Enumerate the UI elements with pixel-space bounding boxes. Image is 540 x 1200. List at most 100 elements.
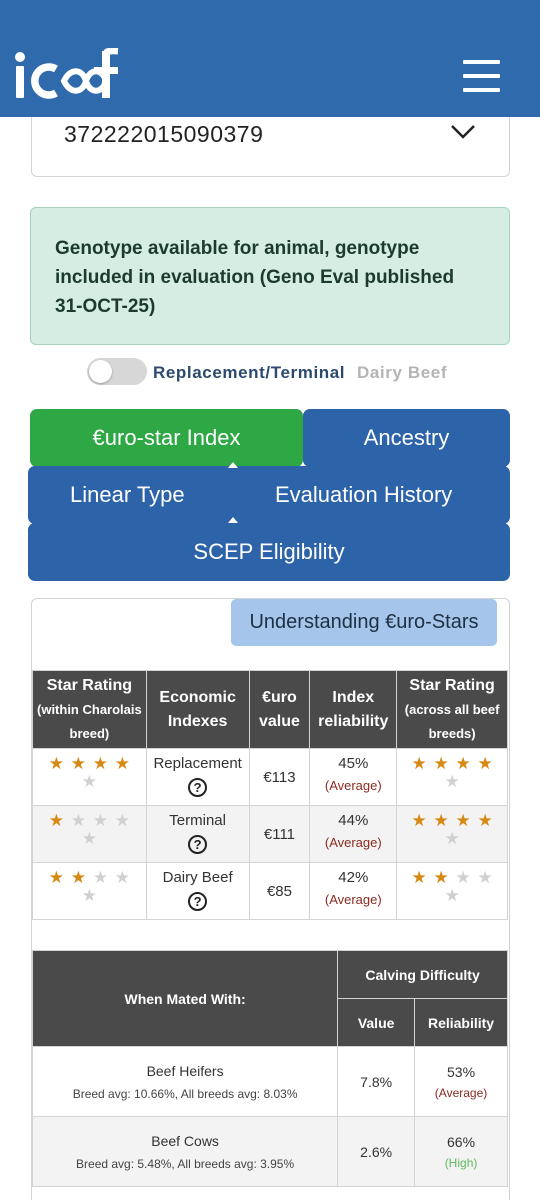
tab-divider-notch xyxy=(228,517,238,523)
help-icon[interactable]: ? xyxy=(188,892,208,911)
button-label: Understanding €uro-Stars xyxy=(249,611,479,633)
star-empty-icon: ★ xyxy=(81,886,97,905)
star-filled-icon: ★ xyxy=(477,754,493,773)
genotype-notice-text: Genotype available for animal, genotype … xyxy=(55,238,455,317)
table-row: Beef Cows Breed avg: 5.48%, All breeds av… xyxy=(31,1116,508,1187)
stars-all-cell: ★ ★ ★ ★★ xyxy=(396,748,508,806)
star-empty-icon: ★ xyxy=(92,868,108,887)
star-filled-icon: ★ xyxy=(411,754,427,773)
star-empty-icon: ★ xyxy=(477,868,493,887)
star-empty-icon: ★ xyxy=(92,811,108,830)
breed-avg-note: Breed avg: 5.48%, All breeds avg: 3.95% xyxy=(76,1156,295,1171)
star-rating: ★ ★ ★ ★★ xyxy=(406,812,498,848)
reliability-value: 44% xyxy=(338,812,369,829)
toggle-label-dairy-beef[interactable]: Dairy Beef xyxy=(357,363,447,383)
reliability-label: (High) xyxy=(444,1155,478,1170)
toggle-label-replacement-terminal[interactable]: Replacement/Terminal xyxy=(153,363,345,383)
star-empty-icon: ★ xyxy=(81,829,97,848)
calving-value: 2.6% xyxy=(337,1116,416,1187)
header-star-rating-breed-sub: (within Charolais breed) xyxy=(37,701,142,741)
header-star-rating-breed: Star Rating (within Charolais breed) xyxy=(32,670,147,749)
star-empty-icon: ★ xyxy=(81,772,97,791)
tab-ancestry[interactable]: Ancestry xyxy=(303,409,510,467)
star-rating: ★ ★ ★ ★★ xyxy=(406,755,498,791)
tab-row-2: Linear Type Evaluation History xyxy=(28,466,510,524)
header-calving-difficulty: Calving Difficulty xyxy=(337,950,508,999)
calving-difficulty-table: When Mated With: Calving Difficulty Valu… xyxy=(31,950,508,1187)
reliability-cell: 45% (Average) xyxy=(309,748,398,806)
star-filled-icon: ★ xyxy=(92,754,108,773)
help-icon[interactable]: ? xyxy=(188,835,208,854)
star-rating: ★ ★ ★ ★★ xyxy=(43,755,135,791)
star-filled-icon: ★ xyxy=(114,754,130,773)
chevron-down-icon xyxy=(451,125,475,139)
hamburger-menu-icon[interactable] xyxy=(463,60,501,92)
star-filled-icon: ★ xyxy=(477,811,493,830)
tab-scep-eligibility[interactable]: SCEP Eligibility xyxy=(28,523,510,581)
star-empty-icon: ★ xyxy=(444,772,460,791)
table-row: Beef Heifers Breed avg: 10.66%, All breed… xyxy=(31,1046,508,1117)
tab-label: SCEP Eligibility xyxy=(193,539,345,564)
header-star-rating-all: Star Rating (across all beef breeds) xyxy=(396,670,508,749)
star-filled-icon: ★ xyxy=(411,868,427,887)
index-name: Terminal xyxy=(169,812,226,829)
header-euro-value: €uro value xyxy=(248,670,311,749)
genotype-notice: Genotype available for animal, genotype … xyxy=(30,207,510,345)
calving-value: 7.8% xyxy=(337,1046,416,1117)
top-navbar xyxy=(0,0,540,117)
mated-with-cell: Beef Cows Breed avg: 5.48%, All breeds av… xyxy=(31,1116,339,1187)
toggle-knob xyxy=(89,360,112,383)
reliability-value: 45% xyxy=(338,755,369,772)
index-type-toggle[interactable] xyxy=(87,358,147,385)
animal-id-value: 372222015090379 xyxy=(64,121,264,147)
stars-breed-cell: ★ ★ ★ ★★ xyxy=(32,748,147,806)
breed-avg-note: Breed avg: 10.66%, All breeds avg: 8.03% xyxy=(72,1086,298,1101)
reliability-cell: 53% (Average) xyxy=(414,1046,508,1117)
euro-value: €113 xyxy=(248,748,311,806)
reliability-label: (Average) xyxy=(324,892,382,907)
euro-value: €85 xyxy=(248,862,311,920)
star-filled-icon: ★ xyxy=(48,811,64,830)
star-empty-icon: ★ xyxy=(114,811,130,830)
reliability-label: (Average) xyxy=(324,835,382,850)
reliability-value: 53% xyxy=(447,1063,476,1080)
euro-value: €111 xyxy=(248,805,311,863)
header-reliability: Reliability xyxy=(414,998,508,1047)
mated-with-label: Beef Heifers xyxy=(146,1062,224,1079)
stars-breed-cell: ★ ★ ★ ★★ xyxy=(32,862,147,920)
star-filled-icon: ★ xyxy=(455,811,471,830)
mated-with-label: Beef Cows xyxy=(151,1132,219,1149)
star-rating: ★ ★ ★ ★★ xyxy=(406,869,498,905)
tab-evaluation-history[interactable]: Evaluation History xyxy=(275,482,452,508)
star-filled-icon: ★ xyxy=(48,868,64,887)
star-rating: ★ ★ ★ ★★ xyxy=(43,869,135,905)
table-row: ★ ★ ★ ★★ Dairy Beef? €85 42% (Average) ★ ★ ★ ★★ xyxy=(32,862,508,920)
header-economic-indexes: Economic Indexes xyxy=(145,670,250,749)
stars-all-cell: ★ ★ ★ ★★ xyxy=(396,862,508,920)
understanding-euro-stars-button[interactable]: Understanding €uro-Stars xyxy=(231,599,497,646)
star-filled-icon: ★ xyxy=(70,754,86,773)
icbf-logo[interactable] xyxy=(14,48,124,100)
tab-linear-type[interactable]: Linear Type xyxy=(70,482,185,508)
star-filled-icon: ★ xyxy=(433,811,449,830)
star-empty-icon: ★ xyxy=(444,886,460,905)
tab-euro-star-index[interactable]: €uro-star Index xyxy=(30,409,303,467)
help-icon[interactable]: ? xyxy=(188,778,208,797)
star-filled-icon: ★ xyxy=(433,868,449,887)
header-star-rating-all-sub: (across all beef breeds) xyxy=(404,701,500,741)
reliability-cell: 66% (High) xyxy=(414,1116,508,1187)
tab-label: €uro-star Index xyxy=(92,425,241,450)
reliability-value: 42% xyxy=(338,869,369,886)
tab-divider-notch xyxy=(228,462,238,468)
stars-all-cell: ★ ★ ★ ★★ xyxy=(396,805,508,863)
mated-with-cell: Beef Heifers Breed avg: 10.66%, All breed… xyxy=(31,1046,339,1117)
index-name-cell: Terminal? xyxy=(145,805,250,863)
star-filled-icon: ★ xyxy=(455,754,471,773)
index-name: Dairy Beef xyxy=(162,869,233,886)
index-name-cell: Replacement? xyxy=(145,748,250,806)
tab-label: Ancestry xyxy=(363,425,450,450)
header-value: Value xyxy=(337,998,416,1047)
table-row: ★ ★ ★ ★★ Terminal? €111 44% (Average) ★ ★ ★ ★★ xyxy=(32,805,508,863)
star-empty-icon: ★ xyxy=(455,868,471,887)
reliability-value: 66% xyxy=(447,1133,476,1150)
